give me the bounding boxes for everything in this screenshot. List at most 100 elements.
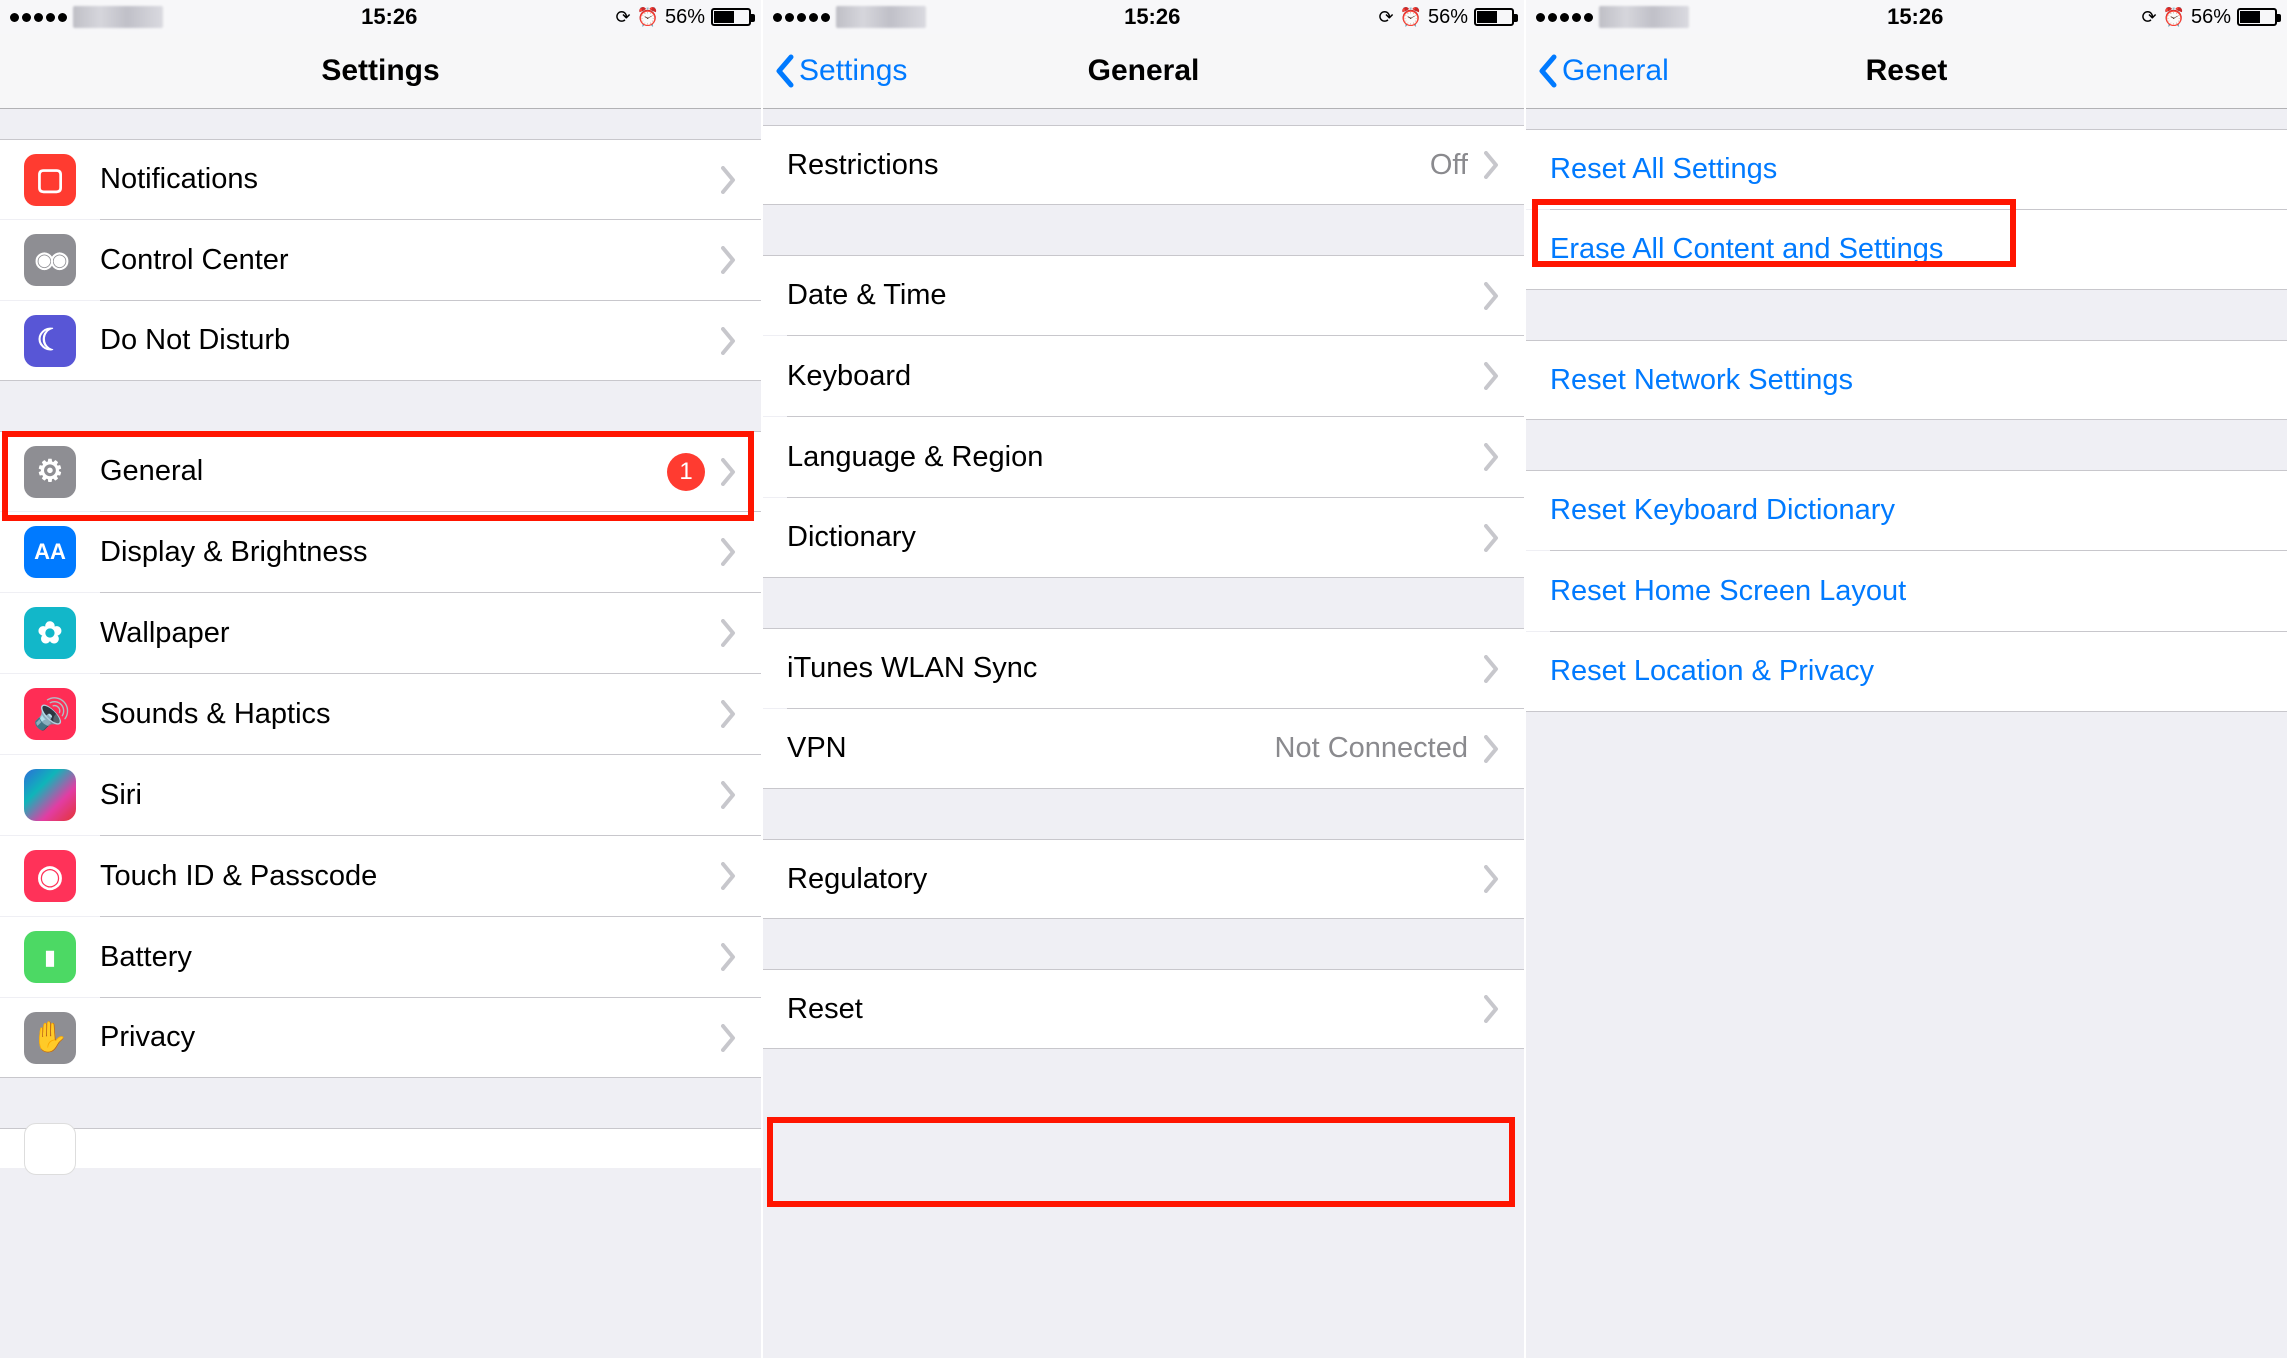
status-time: 15:26 <box>1124 4 1180 30</box>
nav-bar: Settings General <box>763 34 1524 109</box>
chevron-right-icon <box>1484 865 1500 893</box>
cell-touch-id[interactable]: ◉ Touch ID & Passcode <box>0 836 761 916</box>
signal-icon <box>773 13 830 22</box>
control-center-icon: ◉◉ <box>24 234 76 286</box>
chevron-back-icon <box>775 54 795 88</box>
cell-notifications[interactable]: ▢ Notifications <box>0 139 761 219</box>
chevron-right-icon <box>721 1024 737 1052</box>
back-button[interactable]: General <box>1538 54 1669 88</box>
battery-pct: 56% <box>665 6 705 29</box>
cell-label: Restrictions <box>787 149 1430 182</box>
chevron-right-icon <box>721 458 737 486</box>
cell-reset[interactable]: Reset <box>763 969 1524 1049</box>
carrier-label <box>73 6 163 28</box>
cell-label: Notifications <box>100 163 721 196</box>
chevron-right-icon <box>721 862 737 890</box>
cell-label: Wallpaper <box>100 617 721 650</box>
cell-label: Battery <box>100 941 721 974</box>
alarm-icon: ⏰ <box>1400 7 1422 28</box>
cell-label: Touch ID & Passcode <box>100 860 721 893</box>
general-icon: ⚙ <box>24 446 76 498</box>
privacy-icon: ✋ <box>24 1012 76 1064</box>
notifications-icon: ▢ <box>24 154 76 206</box>
chevron-right-icon <box>1484 995 1500 1023</box>
chevron-right-icon <box>1484 524 1500 552</box>
settings-list[interactable]: ▢ Notifications ◉◉ Control Center ☾ Do N… <box>0 109 761 1358</box>
cell-label: Keyboard <box>787 360 1484 393</box>
cell-regulatory[interactable]: Regulatory <box>763 839 1524 919</box>
cell-label: Reset Keyboard Dictionary <box>1550 494 2263 527</box>
cell-label: Language & Region <box>787 441 1484 474</box>
cell-language-region[interactable]: Language & Region <box>763 417 1524 497</box>
reset-list[interactable]: Reset All Settings Erase All Content and… <box>1526 109 2287 1358</box>
chevron-right-icon <box>721 619 737 647</box>
chevron-right-icon <box>721 538 737 566</box>
cell-privacy[interactable]: ✋ Privacy <box>0 998 761 1078</box>
chevron-right-icon <box>721 943 737 971</box>
icloud-icon <box>24 1123 76 1175</box>
cell-do-not-disturb[interactable]: ☾ Do Not Disturb <box>0 301 761 381</box>
highlight-reset <box>767 1117 1515 1207</box>
cell-label: iTunes WLAN Sync <box>787 652 1484 685</box>
cell-reset-location-privacy[interactable]: Reset Location & Privacy <box>1526 632 2287 712</box>
back-label: General <box>1562 54 1669 88</box>
general-list[interactable]: Restrictions Off Date & Time Keyboard La… <box>763 109 1524 1358</box>
status-time: 15:26 <box>361 4 417 30</box>
rotation-lock-icon: ⟳ <box>1378 7 1393 28</box>
status-time: 15:26 <box>1887 4 1943 30</box>
back-label: Settings <box>799 54 907 88</box>
cell-value: Not Connected <box>1275 732 1468 765</box>
battery-pct: 56% <box>2191 6 2231 29</box>
cell-sounds-haptics[interactable]: 🔊 Sounds & Haptics <box>0 674 761 754</box>
cell-wallpaper[interactable]: ✿ Wallpaper <box>0 593 761 673</box>
cell-label: General <box>100 455 667 488</box>
screen-settings: 15:26 ⟳ ⏰ 56% Settings ▢ Notifications ◉… <box>0 0 763 1358</box>
battery-icon <box>2237 8 2277 26</box>
cell-date-time[interactable]: Date & Time <box>763 255 1524 335</box>
cell-reset-all-settings[interactable]: Reset All Settings <box>1526 129 2287 209</box>
cell-reset-home-screen[interactable]: Reset Home Screen Layout <box>1526 551 2287 631</box>
chevron-right-icon <box>721 246 737 274</box>
cell-label: Reset Network Settings <box>1550 364 2263 397</box>
chevron-right-icon <box>721 781 737 809</box>
status-bar: 15:26 ⟳ ⏰ 56% <box>1526 0 2287 34</box>
screen-reset: 15:26 ⟳ ⏰ 56% General Reset Reset All Se… <box>1526 0 2289 1358</box>
cell-reset-keyboard-dictionary[interactable]: Reset Keyboard Dictionary <box>1526 470 2287 550</box>
cell-itunes-wlan-sync[interactable]: iTunes WLAN Sync <box>763 628 1524 708</box>
cell-siri[interactable]: Siri <box>0 755 761 835</box>
cell-reset-network-settings[interactable]: Reset Network Settings <box>1526 340 2287 420</box>
cell-dictionary[interactable]: Dictionary <box>763 498 1524 578</box>
chevron-right-icon <box>721 700 737 728</box>
cell-value: Off <box>1430 149 1468 182</box>
chevron-back-icon <box>1538 54 1558 88</box>
cell-icloud-partial[interactable] <box>0 1128 761 1168</box>
nav-title: General <box>1088 54 1200 88</box>
nav-title: Reset <box>1866 54 1948 88</box>
cell-erase-all-content[interactable]: Erase All Content and Settings <box>1526 210 2287 290</box>
alarm-icon: ⏰ <box>2163 7 2185 28</box>
cell-general[interactable]: ⚙ General 1 <box>0 431 761 511</box>
carrier-label <box>1599 6 1689 28</box>
back-button[interactable]: Settings <box>775 54 907 88</box>
battery-icon <box>1474 8 1514 26</box>
cell-battery[interactable]: ▮ Battery <box>0 917 761 997</box>
cell-label: Control Center <box>100 244 721 277</box>
cell-keyboard[interactable]: Keyboard <box>763 336 1524 416</box>
cell-restrictions[interactable]: Restrictions Off <box>763 125 1524 205</box>
chevron-right-icon <box>1484 282 1500 310</box>
nav-bar: Settings <box>0 34 761 109</box>
status-bar: 15:26 ⟳ ⏰ 56% <box>763 0 1524 34</box>
cell-control-center[interactable]: ◉◉ Control Center <box>0 220 761 300</box>
cell-label: Siri <box>100 779 721 812</box>
cell-label: Sounds & Haptics <box>100 698 721 731</box>
signal-icon <box>10 13 67 22</box>
nav-title: Settings <box>321 54 439 88</box>
battery-cell-icon: ▮ <box>24 931 76 983</box>
cell-display-brightness[interactable]: AA Display & Brightness <box>0 512 761 592</box>
chevron-right-icon <box>1484 735 1500 763</box>
cell-label: Reset <box>787 993 1484 1026</box>
chevron-right-icon <box>1484 655 1500 683</box>
chevron-right-icon <box>721 327 737 355</box>
cell-vpn[interactable]: VPN Not Connected <box>763 709 1524 789</box>
touchid-icon: ◉ <box>24 850 76 902</box>
